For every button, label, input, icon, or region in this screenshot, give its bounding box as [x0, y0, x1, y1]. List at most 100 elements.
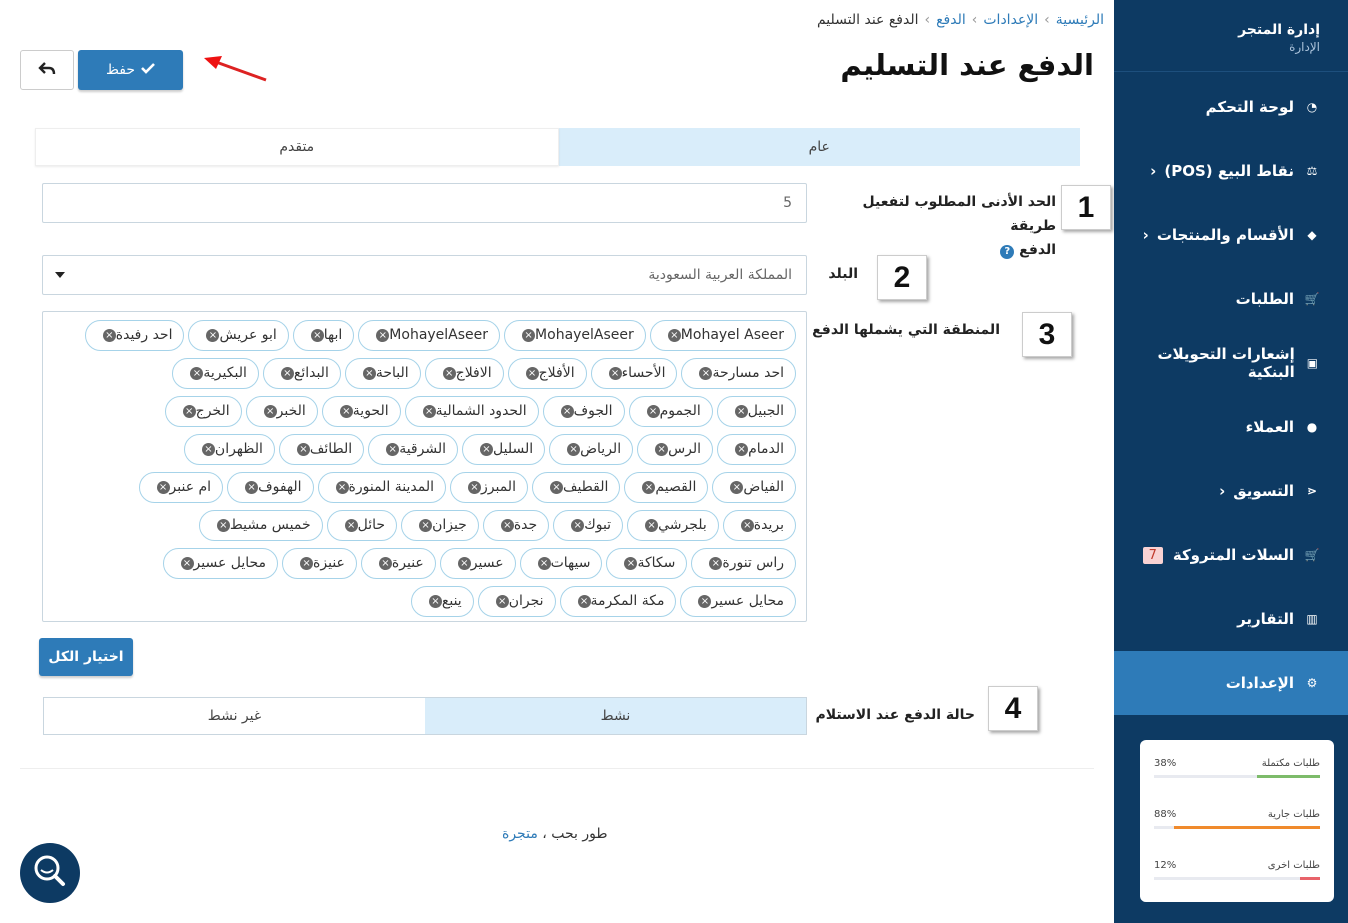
- sidebar-item[interactable]: ▣ إشعارات التحويلات البنكية: [1114, 331, 1348, 395]
- breadcrumb-home[interactable]: الرئيسية: [1056, 12, 1104, 28]
- region-tag-label: محايل عسير: [711, 593, 784, 609]
- remove-tag-icon[interactable]: ×: [428, 594, 442, 608]
- remove-tag-icon[interactable]: ×: [667, 328, 681, 342]
- remove-tag-icon[interactable]: ×: [624, 556, 638, 570]
- status-active-option[interactable]: نشط: [425, 698, 806, 734]
- min-amount-input[interactable]: 5: [42, 183, 807, 223]
- sidebar-item[interactable]: ⚖ نقاط البيع (POS) ‹: [1114, 139, 1348, 203]
- breadcrumb-settings[interactable]: الإعدادات: [983, 12, 1038, 28]
- region-tag: جدة ×: [482, 509, 550, 541]
- remove-tag-icon[interactable]: ×: [206, 328, 220, 342]
- tag-icon: ◆: [1307, 228, 1317, 242]
- remove-tag-icon[interactable]: ×: [216, 518, 230, 532]
- remove-tag-icon[interactable]: ×: [362, 366, 376, 380]
- region-tag: الشرقية ×: [368, 433, 458, 465]
- remove-tag-icon[interactable]: ×: [560, 404, 574, 418]
- remove-tag-icon[interactable]: ×: [422, 404, 436, 418]
- remove-tag-icon[interactable]: ×: [730, 480, 744, 494]
- region-tag-row: الفياض × القصيم × القطيف × المبرز × المدينة المن…: [53, 468, 796, 506]
- stat-percent: 12%: [1154, 860, 1177, 871]
- remove-tag-icon[interactable]: ×: [480, 442, 493, 456]
- breadcrumb-separator: ›: [924, 12, 931, 28]
- sidebar-item[interactable]: ⚙ الإعدادات: [1114, 651, 1348, 715]
- sidebar-item[interactable]: ● العملاء: [1114, 395, 1348, 459]
- tab-general[interactable]: عام: [558, 128, 1080, 166]
- footer-link[interactable]: متجرة: [502, 826, 538, 842]
- remove-tag-icon[interactable]: ×: [419, 518, 433, 532]
- remove-tag-icon[interactable]: ×: [376, 328, 390, 342]
- breadcrumb-payment[interactable]: الدفع: [936, 12, 966, 28]
- abandoned-count-badge: 7: [1142, 546, 1163, 564]
- money-icon: ▣: [1306, 356, 1319, 370]
- remove-tag-icon[interactable]: ×: [698, 594, 712, 608]
- select-all-button[interactable]: اختيار الكل: [39, 638, 133, 676]
- remove-tag-icon[interactable]: ×: [699, 366, 713, 380]
- remove-tag-icon[interactable]: ×: [386, 442, 400, 456]
- sidebar-item[interactable]: 🛒 الطلبات: [1114, 267, 1348, 331]
- remove-tag-icon[interactable]: ×: [495, 594, 509, 608]
- remove-tag-icon[interactable]: ×: [339, 404, 353, 418]
- remove-tag-icon[interactable]: ×: [280, 366, 294, 380]
- dashboard-icon: ◔: [1306, 100, 1318, 114]
- remove-tag-icon[interactable]: ×: [457, 556, 471, 570]
- region-tag: ابها ×: [292, 319, 355, 351]
- remove-tag-icon[interactable]: ×: [310, 328, 324, 342]
- sidebar-item[interactable]: ⋖ التسويق ‹: [1114, 459, 1348, 523]
- remove-tag-icon[interactable]: ×: [102, 328, 116, 342]
- remove-tag-icon[interactable]: ×: [344, 518, 358, 532]
- status-inactive-option[interactable]: غير نشط: [44, 698, 425, 734]
- remove-tag-icon[interactable]: ×: [300, 556, 314, 570]
- remove-tag-icon[interactable]: ×: [335, 480, 349, 494]
- remove-tag-icon[interactable]: ×: [577, 594, 591, 608]
- remove-tag-icon[interactable]: ×: [296, 442, 310, 456]
- remove-tag-icon[interactable]: ×: [378, 556, 392, 570]
- remove-tag-icon[interactable]: ×: [655, 442, 669, 456]
- region-tag-label: سكاكة: [637, 555, 676, 571]
- remove-tag-icon[interactable]: ×: [734, 404, 748, 418]
- help-icon[interactable]: ?: [1000, 245, 1015, 259]
- remove-tag-icon[interactable]: ×: [263, 404, 277, 418]
- sidebar-item[interactable]: ◔ لوحة التحكم: [1114, 75, 1348, 139]
- remove-tag-icon[interactable]: ×: [156, 480, 170, 494]
- remove-tag-icon[interactable]: ×: [537, 556, 551, 570]
- save-button[interactable]: حفظ: [78, 50, 183, 90]
- remove-tag-icon[interactable]: ×: [525, 366, 539, 380]
- remove-tag-icon[interactable]: ×: [645, 518, 659, 532]
- region-tag-label: الجموم: [659, 403, 701, 419]
- breadcrumb: الرئيسية › الإعدادات › الدفع › الدفع عند…: [817, 12, 1104, 28]
- remove-tag-icon[interactable]: ×: [642, 480, 656, 494]
- sidebar-item[interactable]: 🛒 السلات المتروكة 7: [1114, 523, 1348, 587]
- sidebar-item[interactable]: ▥ التقارير: [1114, 587, 1348, 651]
- region-tag-label: الدمام: [748, 441, 784, 457]
- region-multiselect[interactable]: Mohayel Aseer × MohayelAseer × MohayelAseer ×…: [42, 311, 807, 622]
- annotation-number-1: 1: [1061, 185, 1111, 230]
- region-tag-label: حائل: [357, 517, 386, 533]
- remove-tag-icon[interactable]: ×: [190, 366, 204, 380]
- remove-tag-icon[interactable]: ×: [468, 480, 481, 494]
- remove-tag-icon[interactable]: ×: [646, 404, 660, 418]
- remove-tag-icon[interactable]: ×: [740, 518, 754, 532]
- remove-tag-icon[interactable]: ×: [201, 442, 215, 456]
- remove-tag-icon[interactable]: ×: [709, 556, 723, 570]
- remove-tag-icon[interactable]: ×: [549, 480, 563, 494]
- remove-tag-icon[interactable]: ×: [245, 480, 259, 494]
- tab-advanced[interactable]: متقدم: [35, 128, 559, 166]
- undo-icon: [38, 60, 56, 81]
- back-button[interactable]: [20, 50, 74, 90]
- chat-button[interactable]: [20, 843, 80, 903]
- remove-tag-icon[interactable]: ×: [522, 328, 536, 342]
- remove-tag-icon[interactable]: ×: [571, 518, 585, 532]
- region-tag-row: الدمام × الرس × الرياض × السليل × الشرقية × الطائف…: [53, 430, 796, 468]
- remove-tag-icon[interactable]: ×: [182, 404, 196, 418]
- remove-tag-icon[interactable]: ×: [500, 518, 514, 532]
- remove-tag-icon[interactable]: ×: [180, 556, 194, 570]
- region-tag-label: MohayelAseer: [389, 327, 489, 343]
- remove-tag-icon[interactable]: ×: [442, 366, 456, 380]
- region-tag: الخرج ×: [164, 395, 242, 427]
- remove-tag-icon[interactable]: ×: [567, 442, 581, 456]
- region-tag-label: الحوية: [352, 403, 389, 419]
- sidebar-item[interactable]: ◆ الأقسام والمنتجات ‹: [1114, 203, 1348, 267]
- remove-tag-icon[interactable]: ×: [608, 366, 622, 380]
- remove-tag-icon[interactable]: ×: [735, 442, 749, 456]
- country-select[interactable]: المملكة العربية السعودية: [42, 255, 807, 295]
